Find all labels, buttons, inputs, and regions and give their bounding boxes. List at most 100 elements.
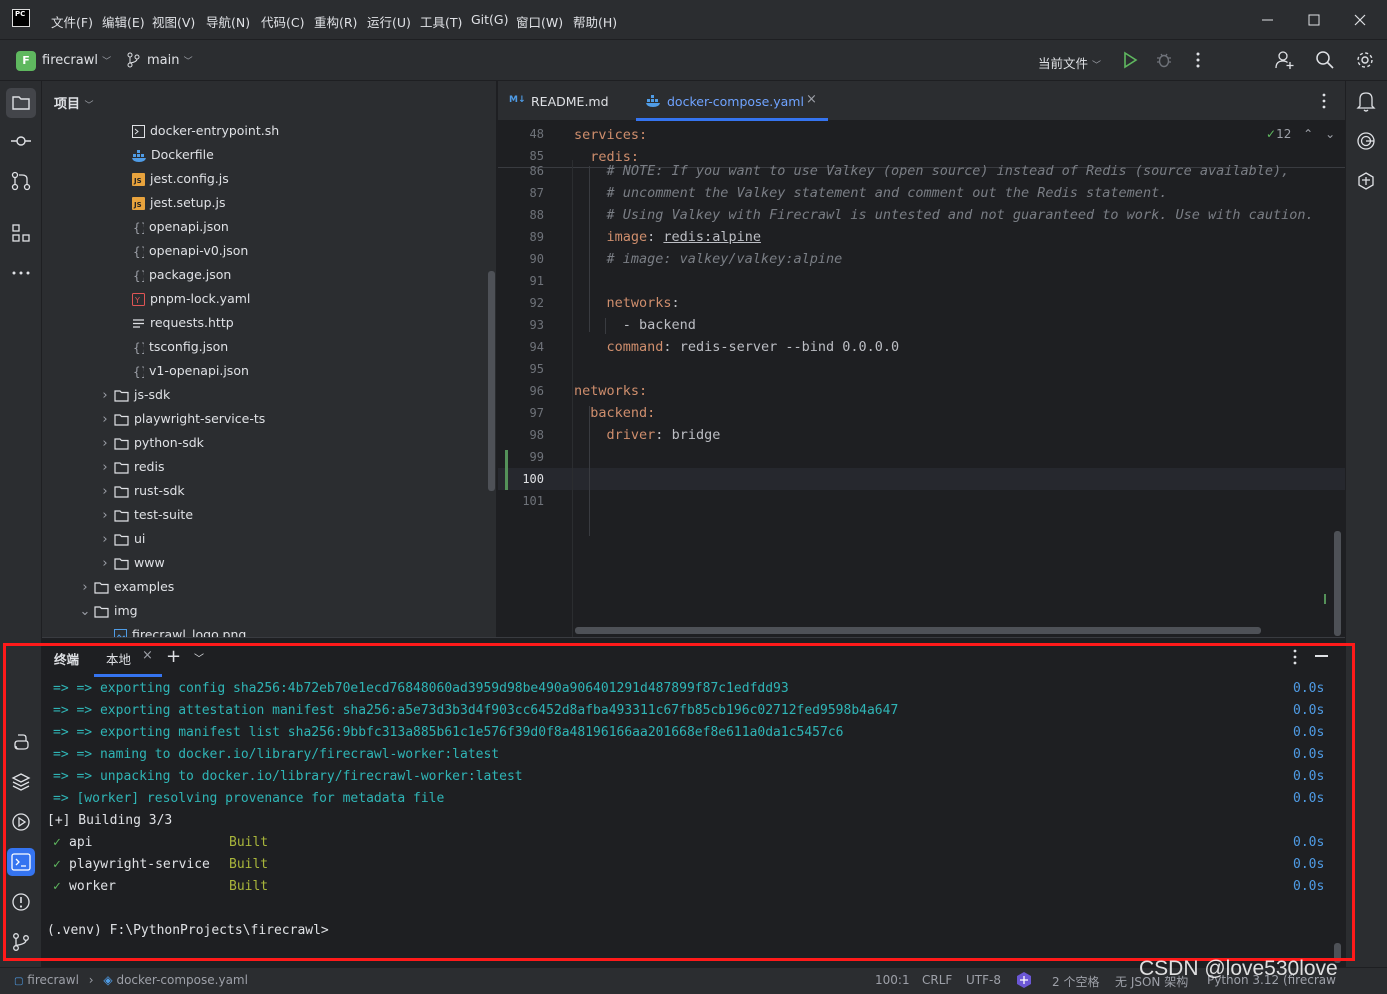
tree-item[interactable]: ⌄ img — [76, 599, 138, 623]
tree-item-label: package.json — [149, 267, 232, 282]
tree-item-label: openapi-v0.json — [149, 243, 249, 258]
tab-more-icon[interactable] — [1316, 92, 1332, 110]
caret-position[interactable]: 100:1 — [875, 973, 910, 987]
chevron-down-icon[interactable]: ⌄ — [76, 600, 94, 624]
editor-horizontal-scrollbar[interactable] — [575, 627, 1261, 634]
line-separator[interactable]: CRLF — [922, 973, 952, 987]
inspection-widget[interactable]: ✓12 ⌃ ⌄ — [1266, 127, 1335, 141]
tree-item[interactable]: › rust-sdk — [96, 479, 184, 504]
tree-item[interactable]: {} openapi-v0.json — [132, 239, 248, 263]
menu-item[interactable]: 编辑(E) — [102, 12, 145, 31]
tree-item-label: tsconfig.json — [149, 339, 229, 354]
project-tool-button[interactable] — [6, 88, 36, 118]
tree-item[interactable]: Dockerfile — [132, 143, 214, 167]
tree-item[interactable]: {} tsconfig.json — [132, 335, 228, 359]
yaml-value: bridge — [671, 427, 721, 443]
close-tab-icon[interactable]: × — [806, 92, 817, 107]
structure-icon[interactable] — [11, 223, 31, 243]
menu-item[interactable]: 工具(T) — [420, 12, 462, 31]
close-window-button[interactable] — [1350, 10, 1370, 30]
tree-item[interactable]: JS jest.setup.js — [132, 191, 225, 215]
tree-item-label: img — [114, 603, 138, 618]
chevron-right-icon[interactable]: › — [96, 408, 114, 432]
maximize-button[interactable] — [1304, 10, 1324, 30]
next-highlight-icon[interactable]: ⌄ — [1325, 127, 1335, 141]
pull-requests-icon[interactable] — [11, 171, 31, 191]
pycharm-logo-icon[interactable]: PC — [12, 9, 30, 27]
editor-area: M↓ README.md docker-compose.yaml × 48 ser… — [498, 81, 1345, 637]
tab-readme[interactable]: M↓ README.md — [508, 81, 626, 121]
minimize-button[interactable] — [1258, 10, 1278, 30]
menu-item[interactable]: 运行(U) — [367, 12, 411, 31]
chevron-right-icon[interactable]: › — [76, 576, 94, 600]
tree-item[interactable]: › playwright-service-ts — [96, 407, 265, 431]
prev-highlight-icon[interactable]: ⌃ — [1303, 127, 1313, 141]
add-user-icon[interactable] — [1275, 50, 1295, 70]
project-selector[interactable]: firecrawl ﹀ — [42, 53, 111, 68]
notifications-bell-icon[interactable] — [1356, 90, 1376, 112]
menu-item[interactable]: 代码(C) — [261, 12, 304, 31]
tree-item[interactable]: {} openapi.json — [132, 215, 229, 239]
commit-icon[interactable] — [10, 131, 32, 151]
breadcrumb-file[interactable]: docker-compose.yaml — [116, 973, 247, 987]
tree-item[interactable]: docker-entrypoint.sh — [132, 119, 279, 143]
copilot-icon[interactable] — [1356, 171, 1376, 191]
menu-item[interactable]: 窗口(W) — [516, 12, 563, 31]
menu-item[interactable]: 视图(V) — [152, 12, 195, 31]
ai-assistant-icon[interactable] — [1356, 131, 1376, 151]
tree-item[interactable]: {} v1-openapi.json — [132, 359, 249, 383]
menu-item[interactable]: 导航(N) — [206, 12, 250, 31]
menu-item[interactable]: 重构(R) — [314, 12, 357, 31]
tree-item[interactable]: {} package.json — [132, 263, 231, 287]
indent-setting[interactable]: 2 个空格 — [1052, 973, 1099, 990]
tree-item[interactable]: › test-suite — [96, 503, 193, 527]
chevron-right-icon[interactable]: › — [96, 528, 114, 552]
file-encoding[interactable]: UTF-8 — [966, 973, 1001, 987]
folder-icon — [94, 581, 109, 594]
more-actions-icon[interactable] — [1190, 51, 1206, 69]
breadcrumb[interactable]: ▢ firecrawl › ◈ docker-compose.yaml — [14, 973, 248, 987]
code-line: driver: bridge — [574, 424, 721, 446]
settings-gear-icon[interactable] — [1355, 50, 1375, 70]
tree-item[interactable]: › js-sdk — [96, 383, 170, 407]
tree-item-label: jest.setup.js — [150, 195, 226, 210]
chevron-right-icon[interactable]: › — [96, 480, 114, 504]
menu-item[interactable]: 帮助(H) — [573, 12, 617, 31]
more-tools-icon[interactable] — [11, 263, 31, 283]
editor-vertical-scrollbar[interactable] — [1334, 531, 1341, 636]
tree-item-label: js-sdk — [134, 387, 171, 402]
tab-docker-compose-label: docker-compose.yaml — [667, 94, 804, 109]
tree-item[interactable]: › ui — [96, 527, 145, 551]
debug-icon[interactable] — [1155, 51, 1173, 69]
breadcrumb-project[interactable]: firecrawl — [27, 973, 79, 987]
tree-item[interactable]: › www — [96, 551, 164, 576]
project-panel-title[interactable]: 项目 ﹀ — [54, 93, 94, 112]
tree-item[interactable]: firecrawl_logo.png — [114, 623, 246, 637]
tree-item[interactable]: requests.http — [132, 311, 234, 335]
json-file-icon: {} — [132, 341, 144, 354]
code-editor[interactable]: 48 services: 85 redis: 86 # NOTE: If you wa… — [498, 122, 1345, 637]
ai-status-icon[interactable] — [1015, 971, 1033, 989]
chevron-right-icon[interactable]: › — [96, 552, 114, 576]
chevron-right-icon[interactable]: › — [96, 504, 114, 528]
vcs-change-marker — [505, 450, 508, 490]
tree-item[interactable]: › python-sdk — [96, 431, 204, 455]
tab-docker-compose[interactable]: docker-compose.yaml × — [636, 81, 828, 121]
chevron-right-icon[interactable]: › — [96, 384, 114, 408]
tree-item[interactable]: › examples — [76, 575, 174, 599]
menu-item[interactable]: Git(G) — [471, 12, 509, 27]
run-config-selector[interactable]: 当前文件 ﹀ — [1038, 53, 1101, 72]
project-scrollbar[interactable] — [488, 271, 495, 491]
tree-item[interactable]: › redis — [96, 455, 164, 479]
project-avatar[interactable]: F — [16, 51, 36, 71]
menu-item[interactable]: 文件(F) — [51, 12, 93, 31]
shell-script-icon — [132, 125, 145, 138]
search-icon[interactable] — [1315, 50, 1335, 70]
branch-selector[interactable]: main ﹀ — [147, 53, 193, 68]
chevron-right-icon[interactable]: › — [96, 432, 114, 456]
tree-item[interactable]: JS jest.config.js — [132, 167, 229, 191]
tree-item[interactable]: Ypnpm-lock.yaml — [132, 287, 250, 311]
svg-text:{}: {} — [133, 365, 144, 378]
run-icon[interactable] — [1122, 51, 1138, 69]
chevron-right-icon[interactable]: › — [96, 456, 114, 480]
